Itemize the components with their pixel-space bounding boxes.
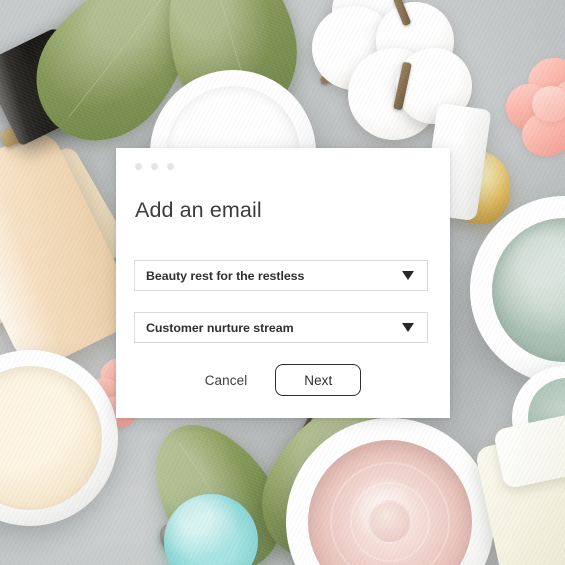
step-indicator-dots [135,163,174,170]
dialog-actions: Cancel Next [116,364,450,396]
chevron-down-icon [402,323,414,332]
stream-select-value: Customer nurture stream [146,320,294,335]
screen: Add an email Beauty rest for the restles… [0,0,565,565]
step-dot [167,163,174,170]
cancel-button[interactable]: Cancel [205,373,248,388]
email-template-select-value: Beauty rest for the restless [146,268,305,283]
chevron-down-icon [402,271,414,280]
step-dot [151,163,158,170]
dialog-title: Add an email [135,198,262,222]
add-email-dialog: Add an email Beauty rest for the restles… [116,148,450,418]
email-template-select[interactable]: Beauty rest for the restless [134,260,428,291]
next-button[interactable]: Next [275,364,362,396]
step-dot [135,163,142,170]
stream-select[interactable]: Customer nurture stream [134,312,428,343]
